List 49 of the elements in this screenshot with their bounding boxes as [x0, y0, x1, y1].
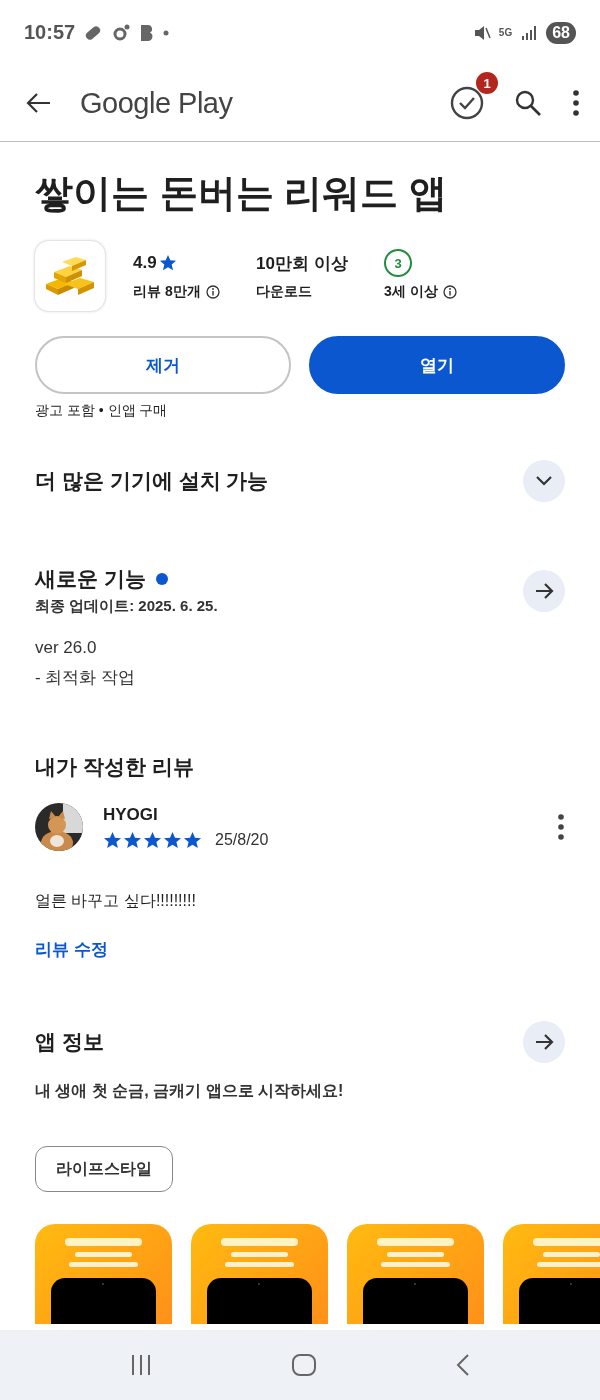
uninstall-button[interactable]: 제거 — [35, 336, 291, 394]
chevron-down-icon — [536, 476, 552, 486]
battery-level: 68 — [546, 21, 576, 44]
signal-icon — [520, 23, 539, 42]
stat-value: 10만회 이상 — [256, 252, 348, 275]
stat-label: 3세 이상 — [384, 283, 438, 301]
home-icon[interactable] — [291, 1353, 317, 1377]
status-time: 10:57 — [24, 21, 76, 44]
review-date: 25/8/20 — [215, 831, 269, 849]
star-icon — [183, 830, 202, 850]
section-title: 내가 작성한 리뷰 — [35, 754, 194, 780]
star-icon — [103, 830, 122, 850]
ads-notice: 광고 포함 • 인앱 구매 — [35, 402, 169, 420]
network-type: 5G — [498, 27, 513, 38]
recent-apps-icon[interactable] — [129, 1353, 153, 1377]
ring-icon — [111, 22, 132, 43]
star-icon — [163, 830, 182, 850]
release-note: - 최적화 작업 — [35, 667, 137, 689]
back-icon[interactable] — [26, 92, 52, 114]
section-title: 더 많은 기기에 설치 가능 — [35, 468, 269, 494]
star-icon — [143, 830, 162, 850]
more-icon[interactable] — [572, 90, 580, 116]
expand-button[interactable] — [523, 460, 565, 502]
category-chip[interactable]: 라이프스타일 — [35, 1146, 173, 1192]
search-icon[interactable] — [514, 89, 542, 117]
open-button[interactable]: 열기 — [309, 336, 565, 394]
star-icon — [158, 254, 177, 272]
dot-icon — [163, 29, 170, 36]
rating-value: 4.9 — [133, 253, 157, 273]
stat-label: 다운로드 — [256, 283, 312, 301]
app-title: 쌓이는 돈버는 리워드 앱 — [35, 171, 448, 216]
store-title: Google Play — [80, 86, 234, 120]
stat-label: 리뷰 8만개 — [133, 283, 201, 301]
edit-review-link[interactable]: 리뷰 수정 — [35, 938, 108, 961]
review-text: 얼른 바꾸고 싶다!!!!!!!!! — [35, 891, 197, 911]
whats-new-button[interactable] — [523, 569, 565, 612]
reviewer-name: HYOGI — [103, 804, 159, 825]
release-note: ver 26.0 — [35, 638, 98, 658]
more-icon[interactable] — [557, 814, 565, 840]
update-date: 최종 업데이트: 2025. 6. 25. — [35, 597, 218, 616]
mute-icon — [472, 23, 491, 42]
age-rating-badge: 3 — [384, 249, 412, 277]
notification-badge: 1 — [476, 72, 498, 94]
section-title: 새로운 기능 — [35, 566, 146, 592]
check-circle-icon[interactable] — [450, 86, 484, 120]
app-description: 내 생애 첫 순금, 금캐기 앱으로 시작하세요! — [35, 1081, 345, 1101]
about-button[interactable] — [523, 1021, 565, 1063]
section-title: 앱 정보 — [35, 1029, 104, 1055]
star-icon — [123, 830, 142, 850]
